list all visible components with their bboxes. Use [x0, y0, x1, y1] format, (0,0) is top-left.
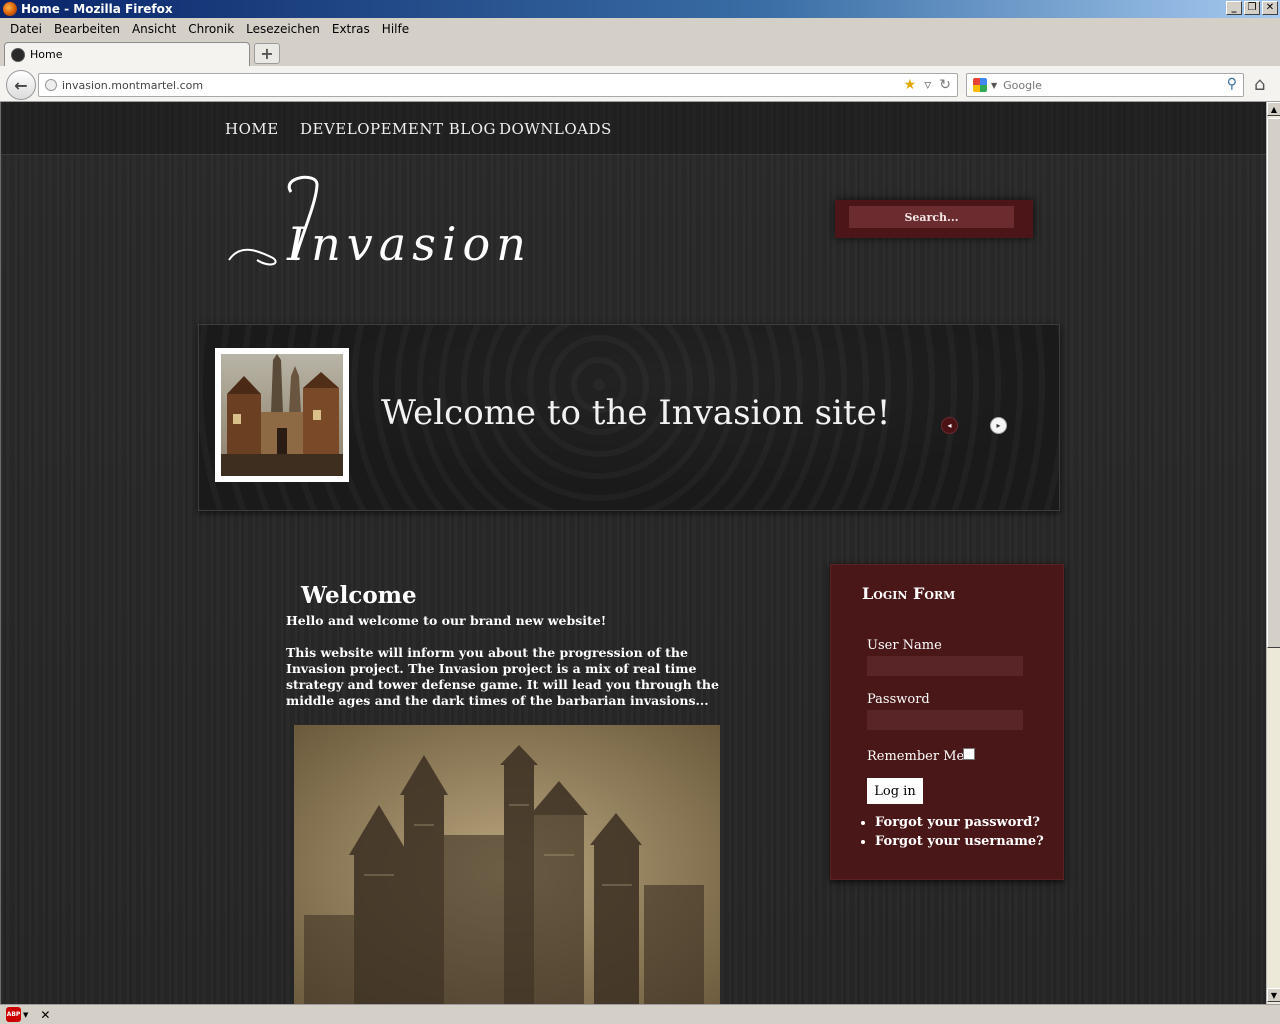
url-text[interactable]: invasion.montmartel.com	[62, 79, 203, 92]
login-title: Login Form	[862, 584, 956, 603]
scroll-down-icon[interactable]: ▼	[1267, 988, 1280, 1002]
remember-me-label: Remember Me	[867, 749, 965, 764]
adblock-icon[interactable]: ABP	[6, 1007, 21, 1022]
site-identity-icon[interactable]	[45, 79, 57, 91]
article-heading: Welcome	[301, 582, 417, 609]
reload-icon[interactable]: ↻	[939, 77, 951, 93]
restore-button[interactable]: ❐	[1244, 1, 1260, 15]
password-field[interactable]	[867, 710, 1023, 730]
navigation-toolbar: ← invasion.montmartel.com ★ ▿ ↻ ▼ Google…	[0, 66, 1280, 102]
close-button[interactable]: ✕	[1262, 1, 1278, 15]
site-logo[interactable]: Invasion	[221, 172, 541, 272]
tab-label: Home	[30, 48, 63, 61]
login-links: Forgot your password? Forgot your userna…	[863, 815, 1044, 853]
vertical-scrollbar[interactable]: ▲ ▼	[1266, 102, 1280, 1004]
forgot-password-link[interactable]: Forgot your password?	[875, 815, 1044, 830]
search-icon[interactable]: ⚲	[1227, 76, 1237, 92]
castle-engraving	[294, 725, 720, 1004]
invasion-logo-script: Invasion	[228, 175, 532, 271]
scroll-up-icon[interactable]: ▲	[1267, 102, 1280, 116]
menu-extras[interactable]: Extras	[326, 22, 376, 36]
new-tab-button[interactable]: +	[254, 43, 280, 64]
menu-datei[interactable]: Datei	[4, 22, 48, 36]
url-tools: ★ ▿ ↻	[904, 77, 951, 93]
article-body: This website will inform you about the p…	[286, 645, 719, 708]
google-icon[interactable]	[973, 78, 987, 92]
username-field[interactable]	[867, 656, 1023, 676]
close-icon[interactable]: ✕	[40, 1008, 50, 1022]
tab-home[interactable]: Home	[4, 42, 250, 66]
firefox-icon	[3, 2, 17, 16]
search-bar[interactable]: ▼ Google ⚲	[966, 73, 1244, 97]
status-bar: ABP ▼ ✕	[0, 1004, 1280, 1024]
search-placeholder[interactable]: Google	[1003, 79, 1042, 92]
minimize-button[interactable]: _	[1226, 1, 1242, 15]
menu-chronik[interactable]: Chronik	[182, 22, 240, 36]
scrollbar-thumb[interactable]	[1267, 118, 1280, 648]
slider-prev-button[interactable]: ◂	[941, 417, 958, 434]
site-search-box	[835, 200, 1033, 238]
medieval-town-painting	[221, 354, 343, 476]
window-controls: _ ❐ ✕	[1226, 1, 1278, 15]
banner-thumbnail	[215, 348, 349, 482]
login-form: Login Form User Name Password Remember M…	[830, 564, 1064, 880]
bookmark-star-icon[interactable]: ★	[904, 77, 917, 93]
menu-lesezeichen[interactable]: Lesezeichen	[240, 22, 326, 36]
site-navigation: HOME DEVELOPEMENT BLOG DOWNLOADS	[1, 102, 1266, 155]
article-intro: Hello and welcome to our brand new websi…	[286, 613, 607, 628]
menu-ansicht[interactable]: Ansicht	[126, 22, 182, 36]
logo-text: Invasion	[286, 217, 532, 271]
adblock-dropdown-icon[interactable]: ▼	[23, 1011, 28, 1019]
back-arrow-icon: ←	[14, 75, 28, 95]
site-search-input[interactable]	[849, 206, 1014, 228]
arrow-right-icon: ▸	[996, 421, 1001, 430]
engine-dropdown-icon[interactable]: ▼	[991, 81, 997, 90]
site-favicon-icon	[11, 47, 25, 62]
menu-bar: Datei Bearbeiten Ansicht Chronik Lesezei…	[0, 18, 1280, 40]
banner-title: Welcome to the Invasion site!	[381, 393, 891, 433]
back-button[interactable]: ←	[6, 70, 36, 100]
history-dropdown-icon[interactable]: ▿	[924, 77, 931, 93]
nav-downloads[interactable]: DOWNLOADS	[499, 120, 612, 138]
page-viewport: HOME DEVELOPEMENT BLOG DOWNLOADS Invasio…	[0, 102, 1266, 1004]
main-article: Welcome Hello and welcome to our brand n…	[286, 582, 746, 1004]
welcome-banner: Welcome to the Invasion site! ◂ ▸	[198, 324, 1060, 511]
nav-development-blog[interactable]: DEVELOPEMENT BLOG	[300, 120, 496, 138]
article-castle-image	[294, 725, 720, 1004]
window-title: Home - Mozilla Firefox	[21, 2, 173, 16]
menu-bearbeiten[interactable]: Bearbeiten	[48, 22, 126, 36]
tab-strip: Home +	[0, 40, 1280, 66]
url-bar[interactable]: invasion.montmartel.com ★ ▿ ↻	[38, 73, 958, 97]
home-icon[interactable]: ⌂	[1254, 74, 1265, 95]
window-titlebar: Home - Mozilla Firefox _ ❐ ✕	[0, 0, 1280, 18]
menu-hilfe[interactable]: Hilfe	[376, 22, 415, 36]
remember-me-checkbox[interactable]	[963, 748, 975, 760]
login-button[interactable]: Log in	[867, 778, 923, 804]
username-label: User Name	[867, 638, 942, 653]
nav-home[interactable]: HOME	[225, 120, 279, 138]
forgot-username-link[interactable]: Forgot your username?	[875, 834, 1044, 849]
slider-next-button[interactable]: ▸	[990, 417, 1007, 434]
arrow-left-icon: ◂	[947, 421, 952, 430]
password-label: Password	[867, 692, 930, 707]
